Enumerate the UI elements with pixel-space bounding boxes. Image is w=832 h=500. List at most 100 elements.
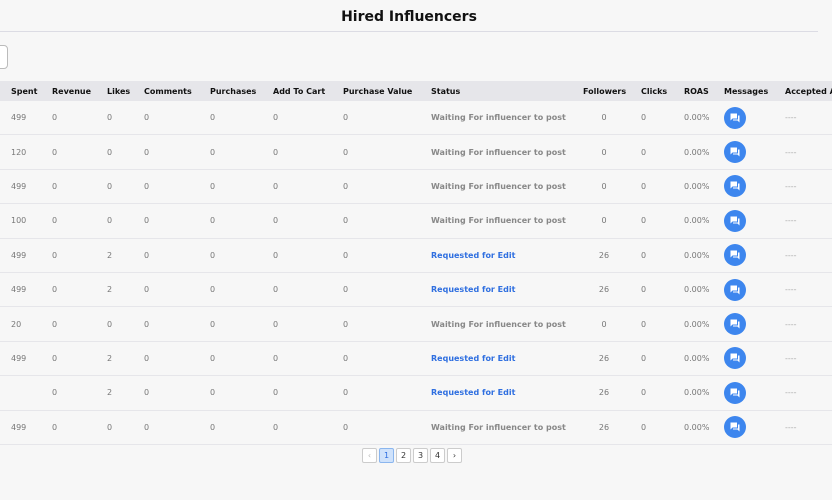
cell-followers: 26 — [583, 354, 641, 363]
message-button[interactable] — [724, 381, 746, 404]
cell-purchases: 0 — [210, 422, 216, 432]
cell-likes: 2 — [107, 285, 113, 295]
filter-input[interactable] — [0, 45, 8, 69]
chat-icon — [730, 113, 740, 123]
cell-messages — [724, 175, 785, 198]
cell-purchases: 0 — [210, 250, 216, 260]
cell-clicks: 0 — [641, 250, 647, 260]
cell-clicks: 0 — [641, 422, 647, 432]
cell-accepted: ---- — [785, 353, 797, 363]
cell-roas: 0.00% — [684, 181, 710, 191]
cell-status: Waiting For influencer to post — [431, 113, 566, 123]
message-button[interactable] — [724, 278, 746, 301]
next-page-button[interactable]: › — [447, 448, 462, 463]
prev-page-button[interactable]: ‹ — [362, 448, 377, 463]
cell-roas: 0.00% — [684, 319, 710, 329]
table-row: 499 0 2 0 0 0 0 Requested for Edit 26 0 0.00% ---- — [0, 273, 832, 308]
cell-status: Waiting For influencer to post — [431, 319, 566, 329]
cell-roas: 0.00% — [684, 388, 710, 398]
page-4-button[interactable]: 4 — [430, 448, 445, 463]
cell-likes: 0 — [107, 113, 113, 123]
message-button[interactable] — [724, 244, 746, 267]
followers-value: 26 — [598, 353, 610, 363]
column-header: Purchase Value — [343, 86, 413, 96]
cell-accepted: ---- — [785, 285, 797, 295]
cell-comments: 0 — [144, 319, 150, 329]
cell-spent: 499 — [11, 285, 27, 295]
followers-value: 0 — [601, 147, 607, 157]
cell-spent: 499 — [11, 422, 27, 432]
cell-add-to-cart: 0 — [273, 285, 279, 295]
cell-messages — [724, 381, 785, 404]
message-button[interactable] — [724, 175, 746, 198]
cell-comments: 0 — [144, 147, 150, 157]
cell-purchase-value: 0 — [343, 250, 349, 260]
message-button[interactable] — [724, 313, 746, 336]
cell-status: Requested for Edit — [431, 353, 516, 363]
chat-icon — [730, 422, 740, 432]
page-3-button[interactable]: 3 — [413, 448, 428, 463]
table-row: 100 0 0 0 0 0 0 Waiting For influencer to post 0… — [0, 204, 832, 239]
cell-comments: 0 — [144, 285, 150, 295]
cell-add-to-cart: 0 — [273, 113, 279, 123]
cell-likes: 2 — [107, 353, 113, 363]
page-1-button[interactable]: 1 — [379, 448, 394, 463]
cell-add-to-cart: 0 — [273, 353, 279, 363]
cell-roas: 0.00% — [684, 216, 710, 226]
cell-revenue: 0 — [52, 388, 58, 398]
table-row: 499 0 2 0 0 0 0 Requested for Edit 26 0 0.00% ---- — [0, 239, 832, 273]
cell-comments: 0 — [144, 181, 150, 191]
cell-revenue: 0 — [52, 285, 58, 295]
cell-roas: 0.00% — [684, 285, 710, 295]
message-button[interactable] — [724, 347, 746, 370]
cell-followers: 26 — [583, 388, 641, 397]
cell-purchase-value: 0 — [343, 285, 349, 295]
message-button[interactable] — [724, 141, 746, 164]
cell-spent: 499 — [11, 113, 27, 123]
cell-purchase-value: 0 — [343, 216, 349, 226]
page-2-button[interactable]: 2 — [396, 448, 411, 463]
cell-roas: 0.00% — [684, 113, 710, 123]
cell-likes: 2 — [107, 250, 113, 260]
cell-messages — [724, 209, 785, 232]
cell-revenue: 0 — [52, 319, 58, 329]
cell-add-to-cart: 0 — [273, 147, 279, 157]
cell-accepted: ---- — [785, 181, 797, 191]
cell-messages — [724, 416, 785, 439]
cell-status: Requested for Edit — [431, 388, 516, 398]
message-button[interactable] — [724, 416, 746, 439]
chat-icon — [730, 353, 740, 363]
message-button[interactable] — [724, 209, 746, 232]
followers-value: 0 — [601, 113, 607, 123]
chat-icon — [730, 147, 740, 157]
cell-status: Waiting For influencer to post — [431, 147, 566, 157]
cell-spent: 499 — [11, 250, 27, 260]
cell-likes: 0 — [107, 216, 113, 226]
pagination: ‹ 1 2 3 4 › — [362, 448, 462, 463]
cell-purchases: 0 — [210, 353, 216, 363]
chat-icon — [730, 388, 740, 398]
cell-add-to-cart: 0 — [273, 319, 279, 329]
column-header: ROAS — [684, 86, 709, 96]
cell-followers: 0 — [583, 148, 641, 157]
message-button[interactable] — [724, 106, 746, 129]
cell-accepted: ---- — [785, 319, 797, 329]
cell-spent: 100 — [11, 216, 27, 226]
followers-value: 26 — [598, 422, 610, 432]
cell-purchase-value: 0 — [343, 319, 349, 329]
chat-icon — [730, 216, 740, 226]
column-header: Likes — [107, 86, 131, 96]
cell-revenue: 0 — [52, 216, 58, 226]
followers-value: 0 — [601, 216, 607, 226]
column-header: Messages — [724, 86, 769, 96]
cell-purchases: 0 — [210, 216, 216, 226]
cell-followers: 26 — [583, 423, 641, 432]
chat-icon — [730, 181, 740, 191]
cell-purchase-value: 0 — [343, 181, 349, 191]
cell-accepted: ---- — [785, 147, 797, 157]
cell-accepted: ---- — [785, 216, 797, 226]
cell-add-to-cart: 0 — [273, 250, 279, 260]
cell-messages — [724, 313, 785, 336]
table-row: 20 0 0 0 0 0 0 Waiting For influencer to post 0 0… — [0, 307, 832, 342]
cell-messages — [724, 141, 785, 164]
